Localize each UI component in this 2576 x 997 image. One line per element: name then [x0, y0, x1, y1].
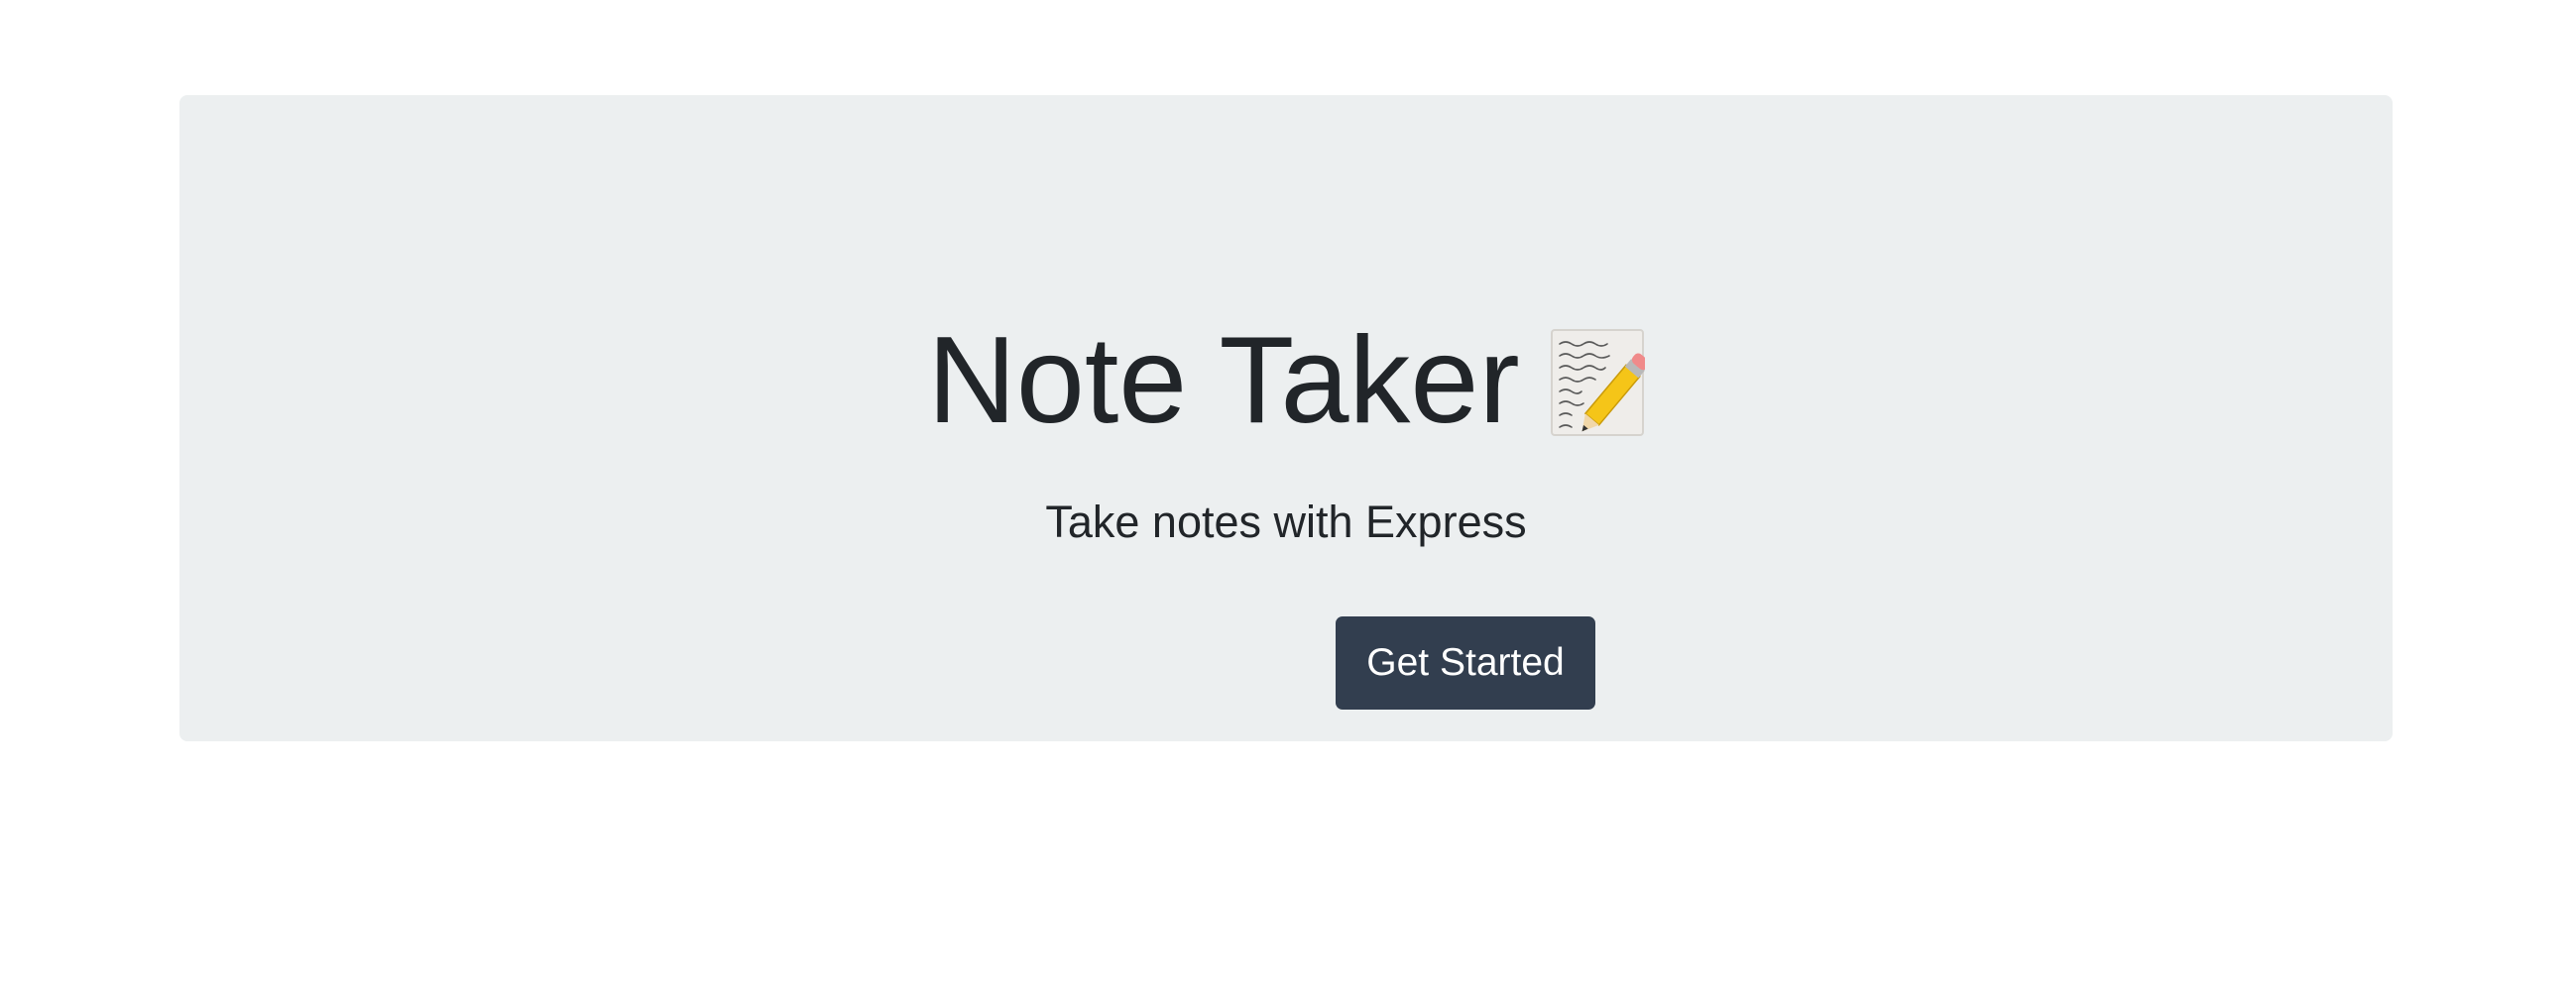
get-started-button[interactable]: Get Started — [1336, 616, 1595, 710]
page-subtitle: Take notes with Express — [1045, 497, 1527, 547]
page-title: Note Taker — [927, 312, 1520, 449]
hero-jumbotron: Note Taker Take notes with Express Get S… — [179, 95, 2393, 741]
page: Note Taker Take notes with Express Get S… — [0, 0, 2576, 997]
memo-icon — [1550, 328, 1645, 437]
title-row: Note Taker — [179, 319, 2393, 442]
